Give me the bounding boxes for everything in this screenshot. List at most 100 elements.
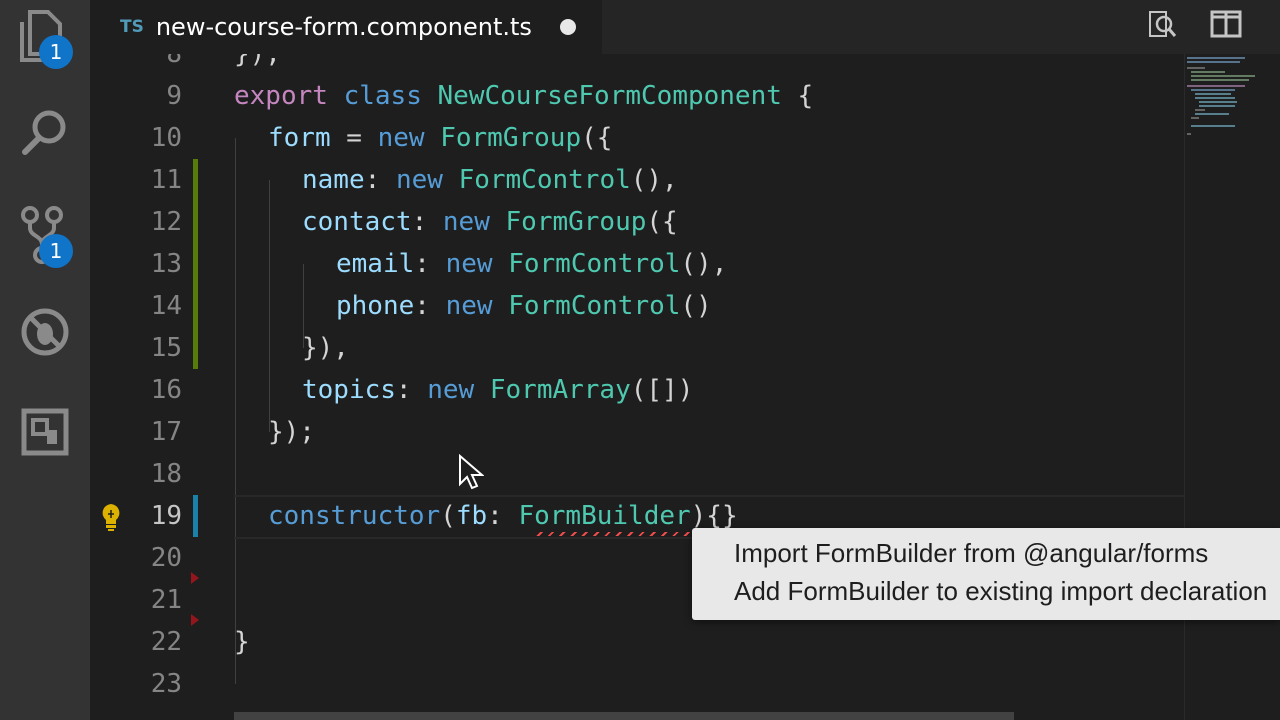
- punctuation: ([]): [630, 375, 694, 405]
- source-control-badge: 1: [39, 234, 73, 268]
- code-line: 23: [90, 663, 1184, 705]
- line-number: 12: [150, 207, 182, 237]
- debug-icon: [20, 307, 70, 361]
- keyword: class: [343, 81, 422, 111]
- punctuation: :: [364, 165, 396, 195]
- tab-title: new-course-form.component.ts: [155, 13, 532, 41]
- source-control-button[interactable]: 1: [0, 195, 90, 275]
- code-line: 8 });: [90, 54, 1184, 75]
- punctuation: ){}: [690, 501, 738, 531]
- horizontal-scrollbar[interactable]: [234, 712, 1014, 720]
- line-number: 13: [150, 249, 182, 279]
- keyword: new: [442, 207, 490, 237]
- type-name: FormControl: [508, 291, 681, 321]
- code-text: name: new FormControl(),: [302, 159, 678, 201]
- quick-fix-import-option[interactable]: Import FormBuilder from @angular/forms: [734, 538, 1208, 569]
- code-text: contact: new FormGroup({: [302, 201, 678, 243]
- property: phone: [336, 291, 415, 321]
- type-name: FormBuilder: [518, 501, 691, 531]
- type-name: FormGroup: [505, 207, 647, 237]
- parameter: fb: [455, 501, 488, 531]
- activity-bar: 1 1: [0, 0, 90, 720]
- punctuation: (),: [680, 249, 728, 279]
- punctuation: ({: [581, 123, 613, 153]
- line-number: 23: [150, 669, 182, 699]
- operator: =: [330, 123, 378, 153]
- explorer-button[interactable]: 1: [0, 0, 90, 80]
- code-line: 11 name: new FormControl(),: [90, 159, 1184, 201]
- code-line: 22 }: [90, 621, 1184, 663]
- line-number: 9: [166, 81, 182, 111]
- line-number: 19: [150, 501, 182, 531]
- code-text: email: new FormControl(),: [336, 243, 727, 285]
- tab-new-course-form[interactable]: TS new-course-form.component.ts: [90, 0, 602, 54]
- punctuation: ({: [646, 207, 678, 237]
- line-number: 21: [150, 585, 182, 615]
- code-line: 16 topics: new FormArray([]): [90, 369, 1184, 411]
- type-name: FormControl: [508, 249, 681, 279]
- minimap-preview: [1187, 57, 1255, 135]
- property: topics: [302, 375, 396, 405]
- search-icon: [20, 107, 70, 161]
- line-number: 22: [150, 627, 182, 657]
- search-button[interactable]: [0, 94, 90, 174]
- punctuation: :: [487, 501, 519, 531]
- unsaved-dot-icon[interactable]: [560, 19, 576, 35]
- line-number: 20: [150, 543, 182, 573]
- explorer-badge: 1: [39, 35, 73, 69]
- code-text: topics: new FormArray([]): [302, 369, 693, 411]
- line-number: 11: [150, 165, 182, 195]
- code-text: });: [268, 417, 315, 447]
- tab-bar: TS new-course-form.component.ts: [90, 0, 1280, 54]
- line-number: 10: [150, 123, 182, 153]
- keyword: new: [377, 123, 425, 153]
- line-number: 8: [166, 54, 182, 69]
- code-text: constructor(fb: FormBuilder){}: [268, 495, 738, 537]
- keyword: constructor: [268, 501, 441, 531]
- punctuation: {: [781, 81, 814, 111]
- mouse-pointer-icon: [458, 453, 485, 494]
- code-line: 13 email: new FormControl(),: [90, 243, 1184, 285]
- punctuation: :: [411, 207, 443, 237]
- punctuation: (: [440, 501, 456, 531]
- code-text: }),: [302, 333, 349, 363]
- search-diff-icon: [1146, 8, 1178, 44]
- line-number: 18: [150, 459, 182, 489]
- typescript-icon: TS: [120, 17, 144, 37]
- type-name: FormArray: [489, 375, 631, 405]
- code-text: export class NewCourseFormComponent {: [234, 75, 813, 117]
- keyword: new: [445, 291, 493, 321]
- quick-fix-add-to-import-option[interactable]: Add FormBuilder to existing import decla…: [734, 576, 1267, 607]
- punctuation: (): [680, 291, 712, 321]
- property: contact: [302, 207, 412, 237]
- code-line: 10 form = new FormGroup({: [90, 117, 1184, 159]
- line-number: 15: [150, 333, 182, 363]
- type-name: FormGroup: [440, 123, 582, 153]
- code-line: 9 export class NewCourseFormComponent {: [90, 75, 1184, 117]
- class-name: NewCourseFormComponent: [437, 81, 782, 111]
- type-name: FormControl: [458, 165, 631, 195]
- property: email: [336, 249, 415, 279]
- keyword: new: [445, 249, 493, 279]
- keyword: export: [234, 81, 328, 111]
- extensions-button[interactable]: [0, 394, 90, 474]
- code-text: });: [234, 54, 281, 69]
- keyword: new: [427, 375, 475, 405]
- code-line: 18: [90, 453, 1184, 495]
- code-text: phone: new FormControl(): [336, 285, 712, 327]
- code-line: 12 contact: new FormGroup({: [90, 201, 1184, 243]
- property: name: [302, 165, 365, 195]
- code-text: form = new FormGroup({: [268, 117, 612, 159]
- code-editor[interactable]: 8 }); 9 export class NewCourseFormCompon…: [90, 54, 1184, 720]
- property: form: [268, 123, 331, 153]
- code-text: }: [234, 627, 250, 657]
- code-line: 14 phone: new FormControl(): [90, 285, 1184, 327]
- line-number: 14: [150, 291, 182, 321]
- debug-button[interactable]: [0, 294, 90, 374]
- error-squiggle[interactable]: [536, 532, 692, 536]
- keyword: new: [395, 165, 443, 195]
- minimap[interactable]: [1184, 54, 1280, 720]
- open-changes-button[interactable]: [1140, 6, 1184, 46]
- punctuation: :: [414, 249, 446, 279]
- split-editor-button[interactable]: [1204, 6, 1248, 46]
